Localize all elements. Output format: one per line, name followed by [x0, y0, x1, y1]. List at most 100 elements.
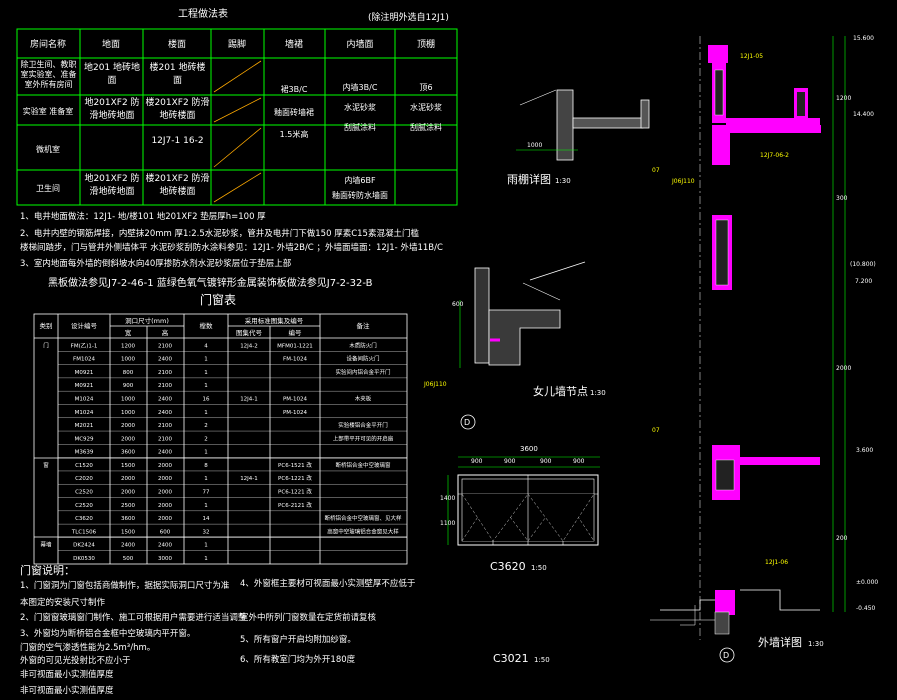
- inner-wall-line-2: 水泥砂浆: [344, 102, 376, 112]
- header-room: 房间名称: [30, 38, 66, 50]
- inner-wall-wc-2: 釉面砖防水墙面: [332, 190, 388, 200]
- door-table-cell: 2400: [158, 450, 172, 456]
- door-header-std: 采用标准图集及编号: [245, 316, 304, 325]
- parapet-detail: 600 D J06J110 女儿墙节点 1:30: [423, 261, 606, 430]
- door-table-cell: 2400: [158, 357, 172, 363]
- door-table-cell: 8: [204, 463, 208, 469]
- cad-drawing-canvas: 工程做法表 (除注明外选自12J1) 房间名称 地面 楼面 踢脚 墙裙 内墙面 …: [16, 7, 878, 696]
- door-table-cell: 1000: [121, 410, 135, 416]
- canopy-detail: 1000 雨棚详图 1:30: [507, 89, 650, 186]
- door-table-cell: 1: [204, 476, 208, 482]
- parapet-scale: 1:30: [590, 389, 606, 397]
- door-table-cell: M0921: [75, 383, 94, 389]
- wainscot-line-3: 1.5米高: [280, 129, 309, 139]
- room-cell-1: 除卫生间、教职室实验室、准备室外所有房间: [21, 60, 77, 89]
- floor-cell-4: 地201XF2 防滑地砖地面: [84, 174, 139, 197]
- door-table-cell: C2520: [75, 503, 93, 509]
- door-table-cell: FM(乙)1-1: [71, 342, 98, 349]
- header-floor: 地面: [102, 38, 120, 50]
- door-header-type: 类别: [40, 321, 53, 330]
- elev-6: ±0.000: [856, 579, 878, 586]
- door-table-cell: 2100: [158, 343, 172, 349]
- door-table-cell: 4: [204, 343, 208, 349]
- door-table-cell: 500: [123, 556, 134, 562]
- room-cell-3: 微机室: [36, 144, 60, 154]
- door-table-cell: PC6-2121 改: [278, 501, 312, 509]
- window-c3620-scale: 1:50: [531, 564, 547, 572]
- door-table-cell: M2021: [75, 423, 94, 429]
- door-table-cell: 600: [160, 529, 171, 535]
- window-c3620-title: C3620: [490, 560, 526, 573]
- elev-1: 15.600: [853, 35, 874, 42]
- door-table-cell: 14: [203, 516, 210, 522]
- parapet-tag: J06J110: [423, 381, 447, 388]
- door-table-cell: 2400: [158, 410, 172, 416]
- door-table-cell: 77: [203, 490, 210, 496]
- door-window-table: 门窗表 类别 设计编号 洞口尺寸(mm) 樘数 采用标准图集及编号 备注 宽 高: [33, 292, 408, 565]
- note-2: 2、电井内壁的钢筋焊接，内壁抹20mm 厚1:2.5水泥砂浆，管井及电井门下做1…: [20, 228, 419, 239]
- door-table-cell: 高窗中空玻璃铝合金窗见大样: [327, 527, 399, 535]
- finish-table-title: 工程做法表: [178, 7, 228, 20]
- door-table-cell: 1000: [121, 357, 135, 363]
- upper-floor-cell-4: 楼201XF2 防滑地砖楼面: [145, 174, 209, 197]
- door-table-cell: 上部带平开可见的开启扇: [333, 434, 394, 442]
- door-table-cell: 2100: [158, 436, 172, 442]
- door-note-3e: 非可视面最小实测值厚度: [20, 685, 114, 696]
- door-table-cell: 2: [204, 423, 208, 429]
- door-table-cell: 1: [204, 370, 208, 376]
- door-table-cell: 12J4-2: [240, 343, 258, 349]
- door-note-5: 5、所有窗户开启均附加纱窗。: [240, 634, 356, 645]
- door-table-cell: 1: [204, 410, 208, 416]
- parapet-title: 女儿墙节点: [533, 384, 588, 398]
- ceiling-line-2: 水泥砂浆: [410, 102, 442, 112]
- wall-tag-2: 07: [652, 167, 660, 174]
- upper-floor-cell-3: 12J7-1 16-2: [151, 136, 203, 146]
- door-table-cell: M0921: [75, 370, 94, 376]
- door-table-cell: 2400: [121, 543, 135, 549]
- parapet-axis: D: [464, 418, 470, 427]
- door-table-cell: 32: [203, 529, 210, 535]
- door-note-3d: 非可视面最小实测值厚度: [20, 669, 114, 680]
- wainscot-line-1: 裙3B/C: [281, 84, 308, 94]
- door-table-cell: C3620: [75, 516, 93, 522]
- door-table-cell: 12J4-1: [240, 396, 258, 402]
- canopy-scale: 1:30: [555, 177, 571, 185]
- wall-dim-3: 200: [836, 535, 848, 542]
- door-table-cell: M3639: [75, 450, 94, 456]
- door-sub-height: 高: [162, 328, 169, 337]
- door-table-cell: M1024: [75, 396, 94, 402]
- parapet-dim: 600: [452, 301, 464, 308]
- note-1: 1、电井地面做法：12J1- 地/楼101 地201XF2 垫层厚h=100 厚: [20, 211, 266, 222]
- win-dim-h1: 1400: [440, 495, 455, 502]
- blackboard-note: 黑板做法参见J7-2-46-1 蓝绿色氧气镀锌形金属装饰板做法参见J7-2-32…: [48, 276, 373, 289]
- door-note-6: 6、所有教室门均为外开180度: [240, 654, 356, 665]
- wall-dim-1: 2000: [836, 365, 851, 372]
- room-cell-4: 卫生间: [36, 183, 60, 193]
- inner-wall-line-1: 内墙3B/C: [343, 82, 378, 92]
- note-2b: 楼梯间踏步，门与管井外侧墙体平 水泥砂浆刮防水涂料参见：12J1- 外墙2B/C…: [20, 242, 443, 253]
- win-dim-1: 900: [471, 458, 483, 465]
- elev-2: 14.400: [853, 111, 874, 118]
- ceiling-line-1: 顶6: [419, 83, 432, 92]
- door-table-cell: 1000: [121, 396, 135, 402]
- door-table-cell: 2000: [158, 503, 172, 509]
- door-table-cell: 2000: [158, 463, 172, 469]
- canopy-title: 雨棚详图: [507, 172, 551, 186]
- door-table-cell: 12J4-1: [240, 476, 258, 482]
- door-table-cell: 2100: [158, 370, 172, 376]
- door-table-cell: 2000: [121, 476, 135, 482]
- elev-5: 3.600: [856, 447, 873, 454]
- wall-tag-3: J06J110: [671, 178, 695, 185]
- door-note-1: 1、门窗洞为门窗包括商做制作，据据实际洞口尺寸为准: [20, 580, 230, 591]
- door-table-cell: TLC1506: [71, 529, 97, 535]
- door-table-cell: MFM01-1221: [277, 343, 313, 349]
- door-table-cell: 木质防火门: [349, 341, 377, 349]
- wall-tag-4: 12J7-06-2: [760, 152, 789, 159]
- wall-detail-scale: 1:30: [808, 640, 824, 648]
- door-table-cell: 3000: [158, 556, 172, 562]
- header-inner-wall: 内墙面: [346, 38, 373, 50]
- floor-cell-1: 地201 地砖地面: [84, 63, 140, 86]
- door-header-count: 樘数: [200, 321, 214, 330]
- door-table-cell: 幕墙: [40, 541, 52, 549]
- door-table-cell: FM-1024: [283, 357, 307, 363]
